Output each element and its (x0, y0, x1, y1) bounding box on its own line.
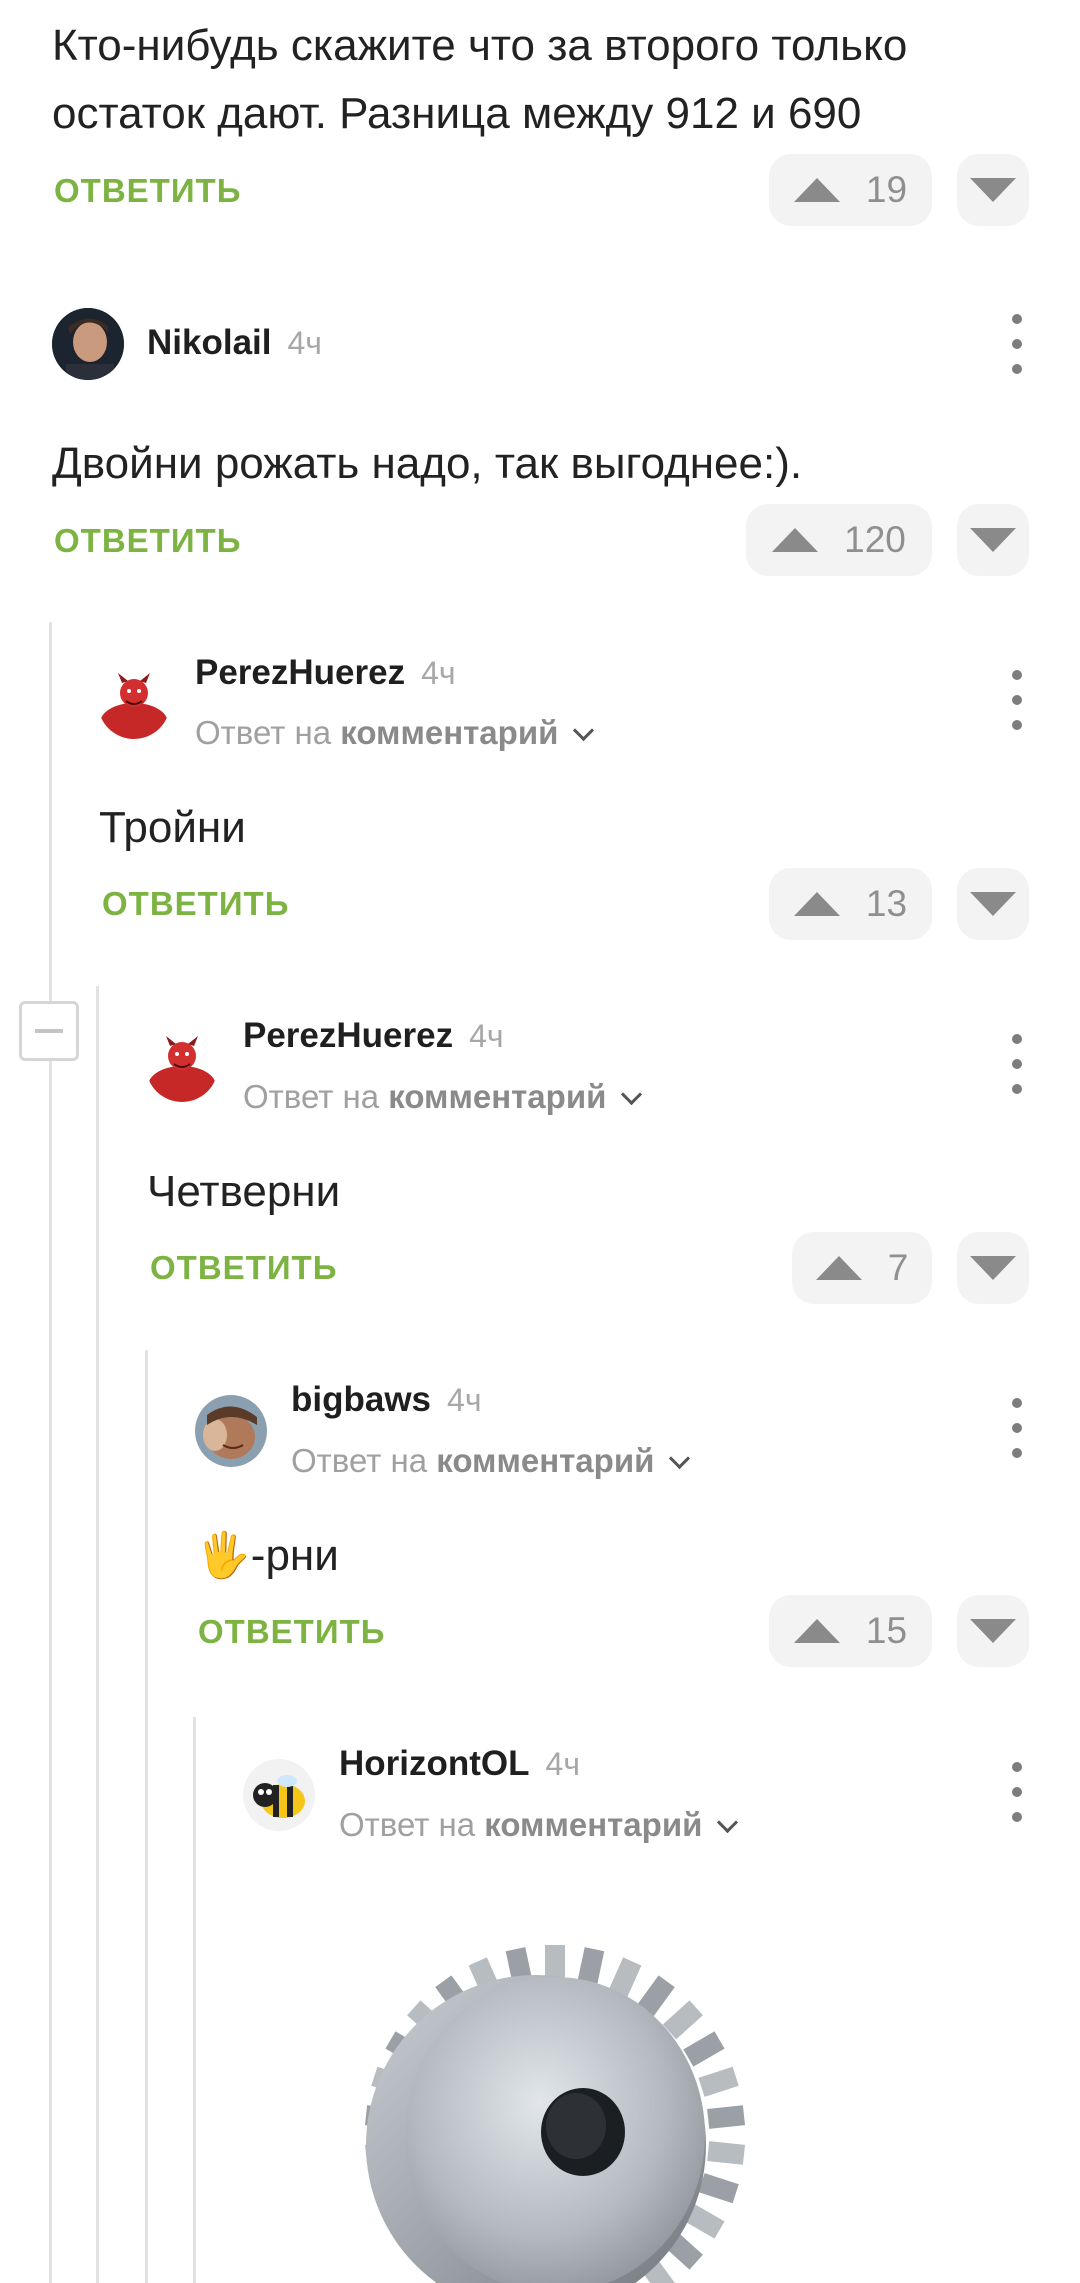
reply-context[interactable]: Ответ на комментарий (243, 1078, 643, 1116)
thread-line[interactable] (49, 622, 52, 2283)
reply-button[interactable]: ОТВЕТИТЬ (198, 1613, 385, 1651)
arrow-down-icon (970, 1619, 1016, 1643)
vote-count: 7 (887, 1247, 909, 1288)
reply-button[interactable]: ОТВЕТИТЬ (102, 885, 289, 923)
minus-icon (35, 1029, 63, 1033)
chevron-down-icon[interactable] (717, 1811, 739, 1834)
more-options-icon[interactable] (1002, 1034, 1032, 1094)
arrow-down-icon (970, 178, 1016, 202)
downvote-button[interactable] (957, 1232, 1029, 1304)
comment-time: 4ч (545, 1746, 580, 1782)
comment-time: 4ч (287, 325, 322, 361)
reply-button[interactable]: ОТВЕТИТЬ (54, 172, 241, 210)
arrow-up-icon (772, 528, 819, 552)
chevron-down-icon[interactable] (669, 1447, 691, 1470)
comment-time: 4ч (447, 1382, 482, 1418)
devil-avatar-icon (98, 667, 170, 739)
face-avatar-icon (195, 1395, 267, 1467)
vote-count: 13 (865, 883, 908, 924)
author-name[interactable]: HorizontOL (339, 1744, 530, 1784)
avatar[interactable] (52, 308, 124, 380)
arrow-up-icon (793, 1619, 840, 1643)
gear-tooth (707, 2141, 746, 2165)
reply-button[interactable]: ОТВЕТИТЬ (150, 1249, 337, 1287)
avatar[interactable] (195, 1395, 267, 1467)
gear-tooth (707, 2105, 746, 2129)
more-options-icon[interactable] (1002, 314, 1032, 374)
arrow-down-icon (970, 1256, 1016, 1280)
reply-context[interactable]: Ответ на комментарий (291, 1442, 691, 1480)
comment-image[interactable] (340, 1900, 760, 2283)
collapse-thread-button[interactable] (19, 1001, 79, 1061)
reply-context[interactable]: Ответ на комментарий (195, 714, 595, 752)
thread-line[interactable] (145, 1350, 148, 2283)
upvote-button[interactable]: 19 (769, 154, 932, 226)
bee-avatar-icon (243, 1759, 315, 1831)
comment-text: 🖐-рни (196, 1531, 339, 1580)
gear-tooth (683, 2031, 725, 2067)
devil-avatar-icon (146, 1030, 218, 1102)
downvote-button[interactable] (957, 1595, 1029, 1667)
arrow-down-icon (970, 528, 1016, 552)
comment-text: Кто-нибудь скажите что за второго только… (52, 21, 908, 138)
arrow-up-icon (793, 892, 840, 916)
avatar[interactable] (243, 1759, 315, 1831)
author-name[interactable]: Nikolail (147, 323, 271, 363)
reply-target-link[interactable]: комментарий (484, 1806, 702, 1843)
upvote-button[interactable]: 7 (792, 1232, 932, 1304)
reply-target-link[interactable]: комментарий (340, 714, 558, 751)
more-options-icon[interactable] (1002, 1762, 1032, 1822)
gear-icon (364, 1945, 746, 2283)
comment-text: Четверни (147, 1167, 341, 1216)
chevron-down-icon[interactable] (621, 1083, 643, 1106)
chevron-down-icon[interactable] (573, 719, 595, 742)
author-name[interactable]: bigbaws (291, 1380, 431, 1420)
avatar[interactable] (146, 1030, 218, 1102)
gear-tooth (698, 2066, 739, 2097)
reply-button[interactable]: ОТВЕТИТЬ (54, 522, 241, 560)
author-name[interactable]: PerezHuerez (243, 1016, 453, 1056)
reply-prefix: Ответ на (195, 714, 332, 751)
arrow-up-icon (793, 178, 840, 202)
comment-text: Двойни рожать надо, так выгоднее:). (52, 439, 803, 488)
comment-time: 4ч (421, 655, 456, 691)
reply-context[interactable]: Ответ на комментарий (339, 1806, 739, 1844)
upvote-button[interactable]: 13 (769, 868, 932, 940)
downvote-button[interactable] (957, 504, 1029, 576)
arrow-down-icon (970, 892, 1016, 916)
downvote-button[interactable] (957, 868, 1029, 940)
comment-time: 4ч (469, 1018, 504, 1054)
reply-prefix: Ответ на (291, 1442, 428, 1479)
thread-line[interactable] (96, 986, 99, 2283)
vote-count: 19 (865, 169, 908, 210)
gear-tooth (698, 2173, 739, 2204)
avatar-image (52, 308, 124, 380)
more-options-icon[interactable] (1002, 670, 1032, 730)
downvote-button[interactable] (957, 154, 1029, 226)
upvote-button[interactable]: 15 (769, 1595, 932, 1667)
thread-line[interactable] (193, 1717, 196, 2283)
vote-count: 15 (865, 1610, 908, 1651)
reply-prefix: Ответ на (339, 1806, 476, 1843)
more-options-icon[interactable] (1002, 1398, 1032, 1458)
reply-target-link[interactable]: комментарий (388, 1078, 606, 1115)
author-name[interactable]: PerezHuerez (195, 653, 405, 693)
reply-prefix: Ответ на (243, 1078, 380, 1115)
vote-count: 120 (844, 519, 906, 560)
avatar[interactable] (98, 667, 170, 739)
arrow-up-icon (815, 1256, 862, 1280)
upvote-button[interactable]: 120 (746, 504, 932, 576)
comment-text: Тройни (99, 803, 246, 852)
reply-target-link[interactable]: комментарий (436, 1442, 654, 1479)
